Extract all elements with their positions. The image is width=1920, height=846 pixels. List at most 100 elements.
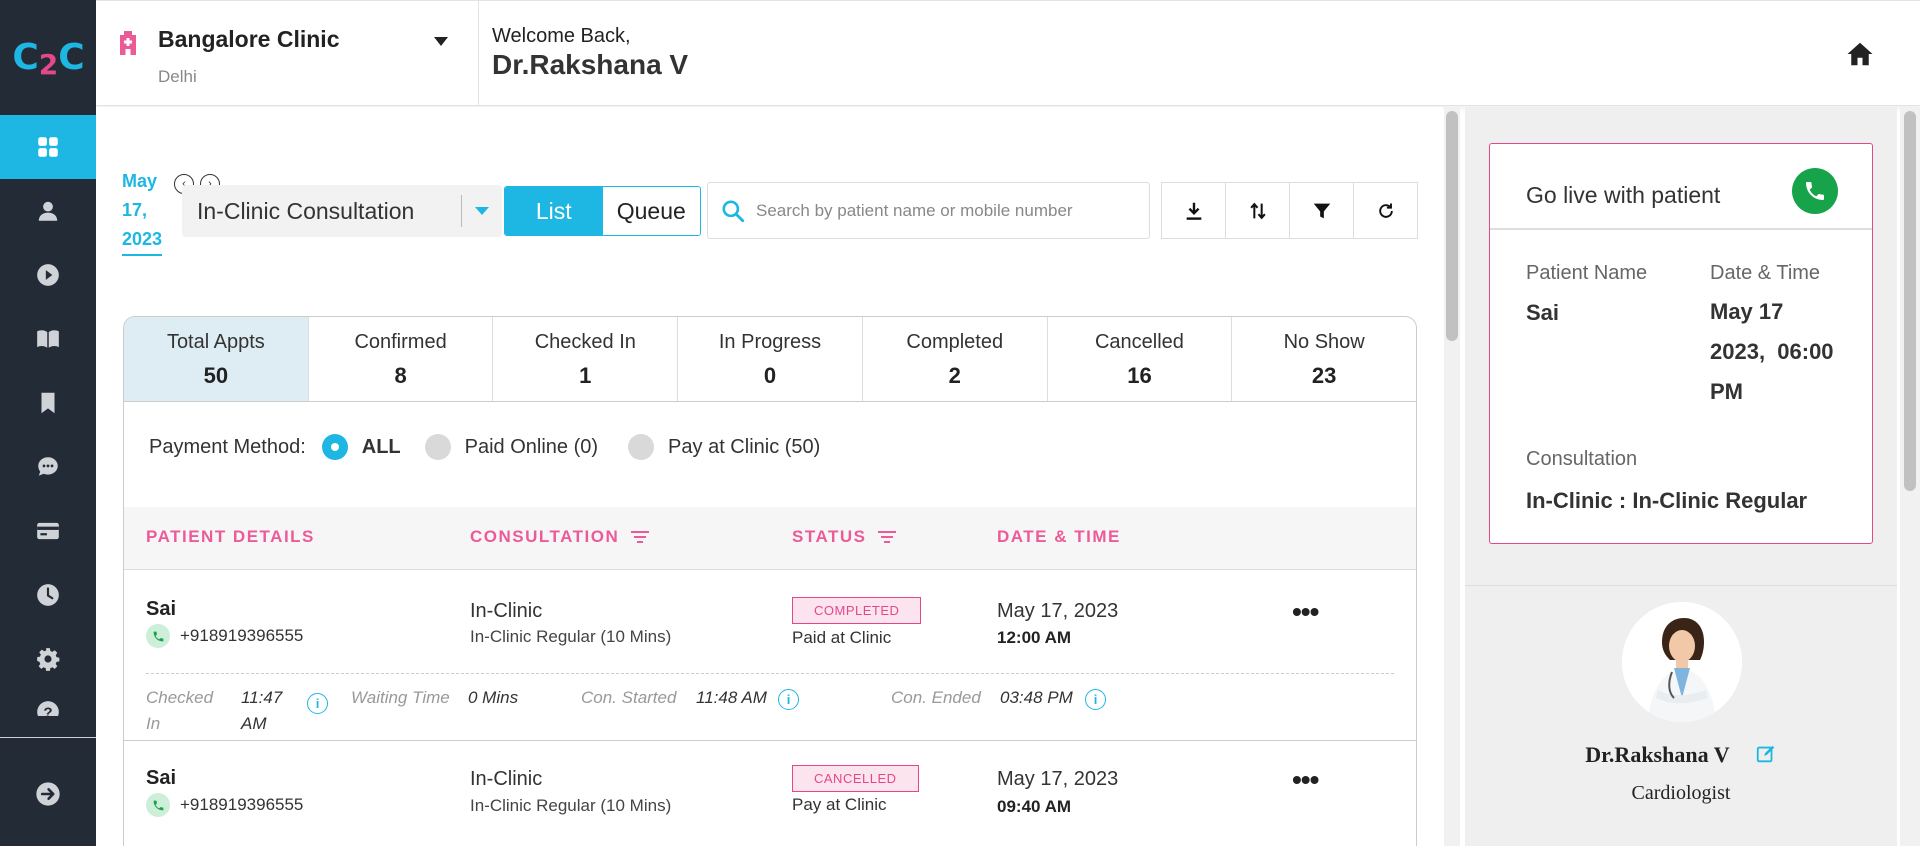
- info-icon[interactable]: i: [1085, 689, 1106, 710]
- logout-icon: [36, 782, 60, 806]
- search-input[interactable]: [756, 200, 1136, 221]
- radio-paid-online[interactable]: [424, 434, 451, 460]
- doctor-card: Dr.Rakshana V Cardiologist: [1465, 585, 1897, 846]
- stat-confirmed[interactable]: Confirmed 8: [309, 317, 494, 401]
- appointment-time: 09:40 AM: [997, 797, 1072, 816]
- row-separator: [124, 740, 1416, 741]
- go-live-card: Go live with patient Patient Name Sai Da…: [1489, 143, 1873, 544]
- view-toggle: List Queue: [504, 186, 701, 236]
- home-icon[interactable]: [1844, 39, 1876, 69]
- clinic-selector[interactable]: Bangalore Clinic Delhi: [96, 1, 479, 106]
- sidebar-item-chat[interactable]: [0, 435, 96, 499]
- stat-cancelled[interactable]: Cancelled 16: [1048, 317, 1233, 401]
- datetime-line: May 17: [1710, 299, 1784, 324]
- stat-label: Checked In: [534, 331, 636, 353]
- right-scrollbar[interactable]: [1900, 107, 1920, 846]
- appointment-date: May 17, 2023: [997, 600, 1119, 622]
- con-started-value: 11:48 AM: [696, 688, 767, 707]
- header-consultation[interactable]: CONSULTATION: [470, 527, 650, 547]
- patient-phone[interactable]: +918919396555: [146, 793, 303, 817]
- sidebar-item-payments[interactable]: [0, 499, 96, 563]
- con-ended-value: 03:48 PM: [1000, 688, 1073, 707]
- doctor-avatar: [1622, 602, 1742, 722]
- main-scrollbar[interactable]: [1444, 107, 1460, 846]
- sidebar-item-bookmarks[interactable]: [0, 371, 96, 435]
- toolbar-actions: [1161, 182, 1418, 239]
- call-button[interactable]: [1792, 168, 1838, 214]
- checked-in-label: Checked: [146, 688, 214, 707]
- search-box: [707, 182, 1150, 239]
- chevron-down-icon[interactable]: [462, 207, 502, 215]
- logo-letter: C: [58, 37, 84, 78]
- stat-in-progress[interactable]: In Progress 0: [678, 317, 863, 401]
- list-view-button[interactable]: List: [505, 187, 603, 235]
- status-badge: CANCELLED: [792, 765, 919, 792]
- checked-in-value: 11:47: [241, 688, 283, 707]
- clinic-icon: [120, 31, 136, 55]
- header-label: CONSULTATION: [470, 527, 620, 546]
- header-status[interactable]: STATUS: [792, 527, 897, 547]
- sidebar: C2C ?: [0, 0, 96, 846]
- more-options-icon[interactable]: •••: [1292, 764, 1319, 796]
- sidebar-item-settings[interactable]: [0, 627, 96, 691]
- stat-completed[interactable]: Completed 2: [863, 317, 1048, 401]
- download-button[interactable]: [1161, 182, 1226, 239]
- consultation-subtype: In-Clinic Regular (10 Mins): [470, 796, 672, 815]
- waiting-time-label: Waiting Time: [351, 688, 450, 707]
- sidebar-item-dashboard[interactable]: [0, 115, 96, 179]
- patient-phone[interactable]: +918919396555: [146, 624, 303, 648]
- app-root: C2C ? Bangalore Clinic Delhi Welcome Bac…: [0, 0, 1920, 846]
- consultation-type-select[interactable]: In-Clinic Consultation: [182, 185, 502, 237]
- filter-lines-icon[interactable]: [631, 530, 650, 544]
- sidebar-item-patients[interactable]: [0, 179, 96, 243]
- datetime-value: May 17 2023, 06:00 PM: [1710, 292, 1870, 412]
- c2c-logo[interactable]: C2C: [0, 0, 96, 115]
- header-label: PATIENT DETAILS: [146, 527, 315, 546]
- info-icon[interactable]: i: [307, 693, 328, 714]
- refresh-button[interactable]: [1353, 182, 1418, 239]
- status-badge: COMPLETED: [792, 597, 922, 624]
- info-icon[interactable]: i: [778, 689, 799, 710]
- consultation-type: In-Clinic: [470, 768, 543, 790]
- doctor-specialty: Cardiologist: [1631, 782, 1731, 804]
- stat-checked-in[interactable]: Checked In 1: [493, 317, 679, 401]
- queue-view-button[interactable]: Queue: [602, 187, 700, 235]
- sidebar-item-history[interactable]: [0, 563, 96, 627]
- card-divider: [1490, 228, 1872, 230]
- more-options-icon[interactable]: •••: [1292, 596, 1319, 628]
- date-picker[interactable]: May 17, 2023: [122, 167, 170, 256]
- consultation-label: Consultation: [1526, 448, 1638, 470]
- card-icon: [37, 522, 59, 540]
- patient-name-value: Sai: [1526, 300, 1560, 325]
- radio-pay-at-clinic-label: Pay at Clinic (50): [668, 435, 821, 458]
- scrollbar-thumb[interactable]: [1446, 111, 1458, 341]
- radio-pay-at-clinic[interactable]: [628, 434, 655, 460]
- sidebar-item-help[interactable]: ?: [0, 691, 96, 716]
- sidebar-item-logout[interactable]: [0, 762, 96, 826]
- filter-lines-icon[interactable]: [878, 530, 897, 544]
- clock-icon: [37, 584, 59, 606]
- sort-icon: [1249, 202, 1266, 219]
- clinic-name: Bangalore Clinic: [158, 26, 340, 52]
- scrollbar-thumb[interactable]: [1904, 111, 1916, 491]
- consultation-type: In-Clinic: [470, 600, 543, 622]
- patient-name-label: Patient Name: [1526, 262, 1648, 284]
- appointment-stats: Total Appts 50 Confirmed 8 Checked In 1 In …: [123, 316, 1417, 402]
- checked-in-label: In: [146, 714, 161, 733]
- stat-no-show[interactable]: No Show 23: [1232, 317, 1416, 401]
- edit-icon[interactable]: [1755, 743, 1777, 771]
- stat-value: 1: [579, 363, 592, 388]
- sidebar-item-library[interactable]: [0, 307, 96, 371]
- filter-button[interactable]: [1289, 182, 1354, 239]
- phone-number: +918919396555: [180, 626, 304, 645]
- doctor-card-name: Dr.Rakshana V: [1465, 742, 1897, 771]
- chevron-down-icon[interactable]: [434, 37, 448, 46]
- sidebar-item-videos[interactable]: [0, 243, 96, 307]
- header-label: DATE & TIME: [997, 527, 1121, 546]
- sort-button[interactable]: [1225, 182, 1290, 239]
- stat-total[interactable]: Total Appts 50: [124, 317, 309, 401]
- date-day: 17,: [122, 200, 148, 220]
- patient-name: Sai: [146, 598, 177, 620]
- stat-label: Total Appts: [166, 331, 265, 353]
- radio-all[interactable]: [321, 434, 348, 460]
